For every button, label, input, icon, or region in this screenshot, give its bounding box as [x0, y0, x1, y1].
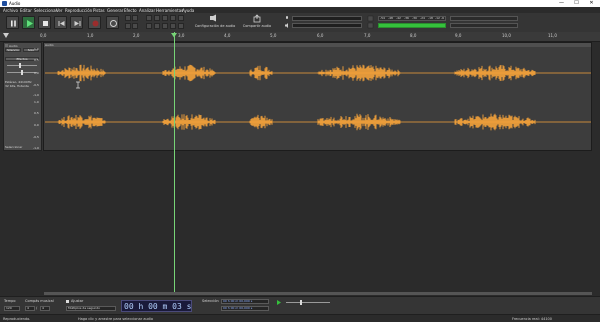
playhead-line [174, 32, 175, 294]
play-at-speed-icon[interactable] [276, 300, 282, 305]
time-display-value: 00 h 00 m 03 s [124, 302, 192, 311]
waveform-display [45, 64, 591, 131]
playback-speed-slider[interactable] [286, 302, 330, 303]
snap-checkbox[interactable] [66, 300, 69, 303]
status-hint: Haga clic y arrastre para seleccionar au… [78, 317, 154, 321]
horizontal-scrollbar[interactable] [44, 292, 592, 295]
selection-end-field[interactable]: 00 h 00 m 00,000 s [221, 306, 269, 311]
snap-label: Ajustar [71, 299, 84, 303]
ibeam-cursor-icon [76, 81, 80, 89]
time-signature-label: Compás musical [25, 299, 54, 303]
selection-label: Selección [202, 299, 219, 303]
status-state: Reproduciendo. [3, 317, 31, 321]
snap-dropdown[interactable]: Múltiplos de segundo [66, 306, 116, 311]
time-signature-bottom[interactable]: 4 [40, 306, 50, 311]
time-display[interactable]: 00 h 00 m 03 s [121, 300, 192, 312]
selection-start-field[interactable]: 00 h 00 m 00,000 s [221, 299, 269, 304]
playback-speed-thumb[interactable] [300, 300, 302, 305]
selection-toolbar: Tempo 120 Compás musical 4 / 4 Ajustar M… [0, 296, 600, 315]
time-signature-top[interactable]: 4 [25, 306, 35, 311]
tempo-label: Tempo [4, 299, 16, 303]
scrollbar-thumb[interactable] [44, 292, 592, 295]
time-signature-slash: / [36, 306, 38, 310]
status-rate: Frecuencia real: 44100 [512, 317, 553, 321]
tempo-field[interactable]: 120 [4, 306, 20, 311]
